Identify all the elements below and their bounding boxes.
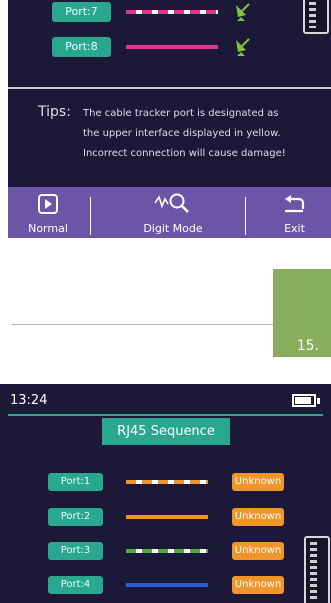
clock: 13:24 <box>10 393 48 408</box>
port-button-2[interactable]: Port:2 <box>48 508 103 526</box>
tips-text: The cable tracker port is designated as … <box>83 104 331 164</box>
port-row-8: Port:8 <box>8 37 331 57</box>
toolbar-separator <box>245 197 246 235</box>
play-icon <box>38 194 58 214</box>
page-rule <box>12 324 273 325</box>
header-divider <box>8 414 323 416</box>
satellite-dish-icon <box>236 3 250 21</box>
battery-icon <box>292 394 316 407</box>
tips-label: Tips: <box>38 104 71 120</box>
port-button-8[interactable]: Port:8 <box>52 37 111 57</box>
port-button-3[interactable]: Port:3 <box>48 542 103 560</box>
screen-title: RJ45 Sequence <box>102 418 230 445</box>
bottom-toolbar: Normal Digit Mode Exit <box>8 187 331 238</box>
port-button-4[interactable]: Port:4 <box>48 576 103 594</box>
status-badge-4: Unknown <box>232 576 284 594</box>
status-badge-2: Unknown <box>232 508 284 526</box>
port-button-7[interactable]: Port:7 <box>52 2 111 22</box>
rj45-port-icon <box>303 0 329 34</box>
wire-dashed-pink <box>126 10 218 14</box>
digit-mode-label: Digit Mode <box>143 222 203 235</box>
status-badge-3: Unknown <box>232 542 284 560</box>
digit-mode-button[interactable]: Digit Mode <box>103 187 243 238</box>
tips-line-2: the upper interface displayed in yellow. <box>83 128 281 139</box>
port-row-7: Port:7 <box>8 2 331 22</box>
page-number: 15. <box>296 338 319 354</box>
top-tester-screen: Port:7 Port:8 Tips: The cable tracker po… <box>8 0 331 238</box>
tips-line-3: Incorrect connection will cause damage! <box>83 148 286 159</box>
page-number-tab: 15. <box>273 269 331 357</box>
divider <box>8 87 331 89</box>
battery-tip <box>317 398 320 404</box>
wire-4 <box>126 583 208 587</box>
magnifier-signal-icon <box>154 193 189 213</box>
exit-button[interactable]: Exit <box>258 187 331 238</box>
normal-label: Normal <box>28 222 68 235</box>
bottom-tester-screen: 13:24 RJ45 Sequence Port:1 Unknown Port:… <box>0 384 331 603</box>
wire-2 <box>126 515 208 519</box>
wire-3 <box>126 549 208 553</box>
exit-label: Exit <box>284 222 305 235</box>
rj45-port-icon <box>304 536 330 603</box>
toolbar-separator <box>90 197 91 235</box>
port-button-1[interactable]: Port:1 <box>48 473 103 491</box>
wire-1 <box>126 480 208 484</box>
tips-line-1: The cable tracker port is designated as <box>83 108 279 119</box>
wire-solid-pink <box>126 45 218 49</box>
satellite-dish-icon <box>236 38 250 56</box>
return-arrow-icon <box>285 195 305 213</box>
normal-button[interactable]: Normal <box>8 187 88 238</box>
status-badge-1: Unknown <box>232 473 284 491</box>
